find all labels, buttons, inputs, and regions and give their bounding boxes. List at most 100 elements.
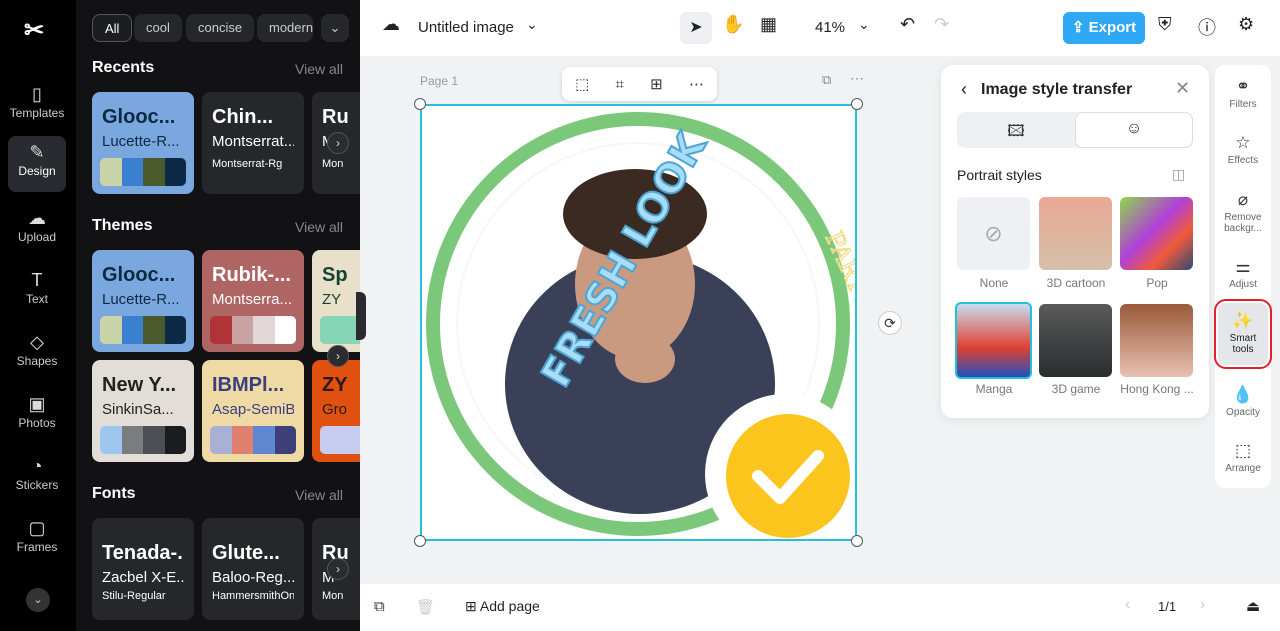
page-more-icon[interactable]: ⋯ — [850, 70, 864, 87]
duplicate-page-icon[interactable]: ⧉ — [822, 72, 831, 88]
portrait-style-tab-icon[interactable]: ☺ — [1075, 112, 1193, 148]
top-bar: ☁ Untitled image ⌄ ➤ ✋ ▦ 41% ⌄ ↶ ↷ ⇪ Exp… — [360, 0, 1280, 56]
select-pointer-icon[interactable]: ➤ — [680, 12, 712, 44]
page-panel-icon[interactable]: ⏏ — [1246, 597, 1260, 615]
undo-icon[interactable]: ↶ — [900, 14, 915, 35]
tool-smart-tools[interactable]: ✨ Smart tools — [1214, 299, 1272, 369]
stickers-icon: ◔ — [31, 456, 43, 476]
tool-remove-background[interactable]: ⌀ Remove backgr... — [1218, 190, 1268, 234]
image-style-tab-icon[interactable]: 🖾 — [957, 120, 1075, 147]
color-palette — [320, 426, 360, 454]
fonts-next-chevron-icon[interactable]: › — [327, 558, 349, 580]
nav-templates[interactable]: ▯ Templates — [8, 78, 66, 134]
adjust-icon: ⚌ — [1235, 257, 1251, 276]
palette-swatch — [100, 316, 122, 344]
hand-pan-icon[interactable]: ✋ — [722, 14, 744, 35]
card-t1: ZY — [322, 374, 348, 396]
filter-chip-modern[interactable]: modern — [257, 14, 313, 42]
themes-card[interactable]: Rubik-... Montserra... — [202, 250, 304, 352]
style-none[interactable]: ⊘ — [957, 197, 1030, 270]
style-hong-kong[interactable] — [1120, 304, 1193, 377]
tool-opacity[interactable]: 💧 Opacity — [1218, 385, 1268, 418]
chips-expand-chevron-icon[interactable]: ⌄ — [321, 14, 349, 42]
filter-chip-concise[interactable]: concise — [186, 14, 255, 42]
collapse-panel-handle[interactable] — [356, 292, 366, 340]
fonts-view-all[interactable]: View all — [295, 487, 343, 503]
duplicate-page-button-icon[interactable]: ⧉ — [374, 598, 385, 615]
style-pop[interactable] — [1120, 197, 1193, 270]
color-palette — [100, 316, 186, 344]
capcut-logo-icon[interactable]: ✂ — [24, 16, 52, 44]
recents-card[interactable]: Chin... Montserrat... Montserrat-Rg — [202, 92, 304, 194]
right-toolbar: ⚭ Filters ☆ Effects ⌀ Remove backgr... ⚌ Adj… — [1214, 65, 1272, 488]
themes-view-all[interactable]: View all — [295, 219, 343, 235]
style-label: Hong Kong ... — [1120, 382, 1194, 396]
card-t3: Stilu-Regular — [102, 590, 166, 602]
themes-card[interactable]: Glooc... Lucette-R... — [92, 250, 194, 352]
palette-swatch — [274, 316, 296, 344]
add-layer-icon[interactable]: ⊞ — [650, 75, 663, 93]
nav-upload[interactable]: ☁ Upload — [8, 202, 66, 258]
shield-icon[interactable]: ⛨ — [1158, 14, 1172, 35]
style-3d-game[interactable] — [1039, 304, 1112, 377]
prev-page-icon[interactable]: ‹ — [1125, 596, 1130, 614]
select-area-icon[interactable]: ⬚ — [575, 75, 589, 93]
cloud-save-icon[interactable]: ☁ — [382, 14, 400, 35]
fonts-card[interactable]: Tenada-... Zacbel X-E... Stilu-Regular — [92, 518, 194, 620]
rotate-handle-icon[interactable]: ⟳ — [878, 311, 902, 335]
zoom-level[interactable]: 41% — [815, 19, 845, 36]
card-t1: Glooc... — [102, 264, 176, 286]
themes-card[interactable]: ZY Gro — [312, 360, 360, 462]
nav-design[interactable]: ✎ Design — [8, 136, 66, 192]
export-upload-icon: ⇪ — [1071, 19, 1089, 36]
tool-adjust[interactable]: ⚌ Adjust — [1218, 257, 1268, 290]
close-icon[interactable]: ✕ — [1175, 78, 1190, 99]
tool-filters[interactable]: ⚭ Filters — [1218, 77, 1268, 110]
style-3d-cartoon[interactable] — [1039, 197, 1112, 270]
delete-page-icon[interactable]: 🗑 — [416, 598, 435, 616]
more-nav-button[interactable]: ⌄ — [26, 588, 50, 612]
recents-card[interactable]: Glooc... Lucette-R... — [92, 92, 194, 194]
none-ban-icon: ⊘ — [984, 221, 1003, 246]
title-chevron-down-icon[interactable]: ⌄ — [526, 16, 538, 33]
themes-card[interactable]: New Y... SinkinSa... — [92, 360, 194, 462]
layout-icon[interactable]: ▦ — [760, 14, 777, 35]
back-chevron-icon[interactable]: ‹ — [961, 79, 967, 100]
resize-handle-top-left[interactable] — [414, 98, 426, 110]
qr-scan-icon[interactable]: ⌗ — [615, 76, 623, 93]
add-page-button[interactable]: ⊞ Add page — [465, 598, 540, 615]
nav-text[interactable]: T Text — [8, 264, 66, 320]
next-page-icon[interactable]: › — [1200, 596, 1205, 614]
settings-gear-icon[interactable]: ⚙ — [1238, 14, 1254, 35]
nav-photos[interactable]: ▣ Photos — [8, 388, 66, 444]
recents-next-chevron-icon[interactable]: › — [327, 132, 349, 154]
palette-swatch — [210, 316, 232, 344]
nav-frames[interactable]: ▢ Frames — [8, 512, 66, 568]
tool-effects[interactable]: ☆ Effects — [1218, 133, 1268, 166]
filter-chip-cool[interactable]: cool — [134, 14, 182, 42]
recents-view-all[interactable]: View all — [295, 61, 343, 77]
audio-feedback-icon[interactable]: ◫ — [1172, 166, 1185, 183]
themes-card[interactable]: Sp ZY — [312, 250, 360, 352]
nav-stickers[interactable]: ◔ Stickers — [8, 450, 66, 506]
remove-background-icon: ⌀ — [1237, 190, 1249, 209]
themes-card[interactable]: IBMPl... Asap-SemiB... — [202, 360, 304, 462]
resize-handle-bottom-left[interactable] — [414, 535, 426, 547]
help-icon[interactable]: ⓘ — [1198, 14, 1216, 40]
resize-handle-top-right[interactable] — [851, 98, 863, 110]
tool-arrange[interactable]: ⬚ Arrange — [1218, 441, 1268, 474]
export-button[interactable]: ⇪ Export — [1063, 12, 1145, 44]
themes-next-chevron-icon[interactable]: › — [327, 345, 349, 367]
palette-swatch — [164, 426, 186, 454]
style-manga[interactable] — [955, 302, 1032, 379]
filter-chip-all[interactable]: All — [92, 14, 133, 42]
fonts-card[interactable]: Glute... Baloo-Reg... HammersmithOn... — [202, 518, 304, 620]
redo-icon[interactable]: ↷ — [934, 14, 949, 35]
resize-handle-bottom-right[interactable] — [851, 535, 863, 547]
nav-shapes[interactable]: ◇ Shapes — [8, 326, 66, 382]
card-t2: SinkinSa... — [102, 401, 174, 418]
zoom-chevron-down-icon[interactable]: ⌄ — [858, 16, 870, 33]
design-icon: ✎ — [29, 142, 45, 162]
document-title[interactable]: Untitled image — [418, 19, 514, 36]
more-options-icon[interactable]: ⋯ — [689, 75, 704, 93]
